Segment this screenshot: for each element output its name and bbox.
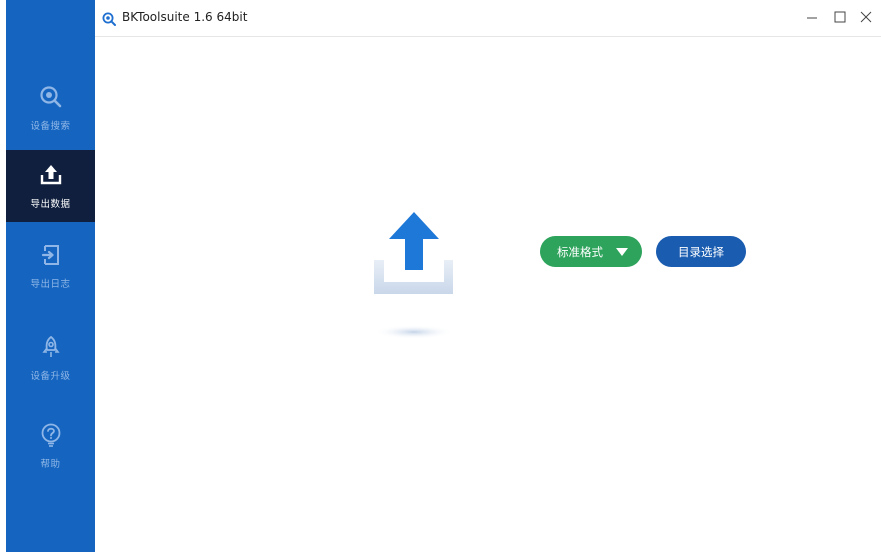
dropdown-arrow-icon <box>616 248 628 256</box>
sidebar-item-device-search[interactable]: 设备搜索 <box>6 72 95 144</box>
minimize-button[interactable] <box>803 8 821 26</box>
sidebar-item-export-log[interactable]: 导出日志 <box>6 230 95 302</box>
maximize-button[interactable] <box>831 8 849 26</box>
export-log-icon <box>38 242 64 268</box>
export-data-icon <box>38 162 64 188</box>
app-logo-icon <box>102 11 116 26</box>
close-icon <box>860 11 872 23</box>
sidebar-item-help[interactable]: 帮助 <box>6 410 95 482</box>
format-select-value: 标准格式 <box>557 244 603 259</box>
device-search-icon <box>38 84 64 110</box>
directory-select-button[interactable]: 目录选择 <box>656 236 746 267</box>
minimize-icon <box>807 17 817 19</box>
sidebar-item-device-upgrade[interactable]: 设备升级 <box>6 322 95 394</box>
help-icon <box>38 422 64 448</box>
sidebar-item-label: 设备升级 <box>30 371 71 382</box>
sidebar: 设备搜索 导出数据 导出日志 设备升级 帮助 <box>6 0 95 552</box>
sidebar-item-label: 导出日志 <box>30 279 71 290</box>
upload-illustration <box>369 208 459 348</box>
format-select[interactable]: 标准格式 <box>540 236 642 267</box>
sidebar-item-export-data[interactable]: 导出数据 <box>6 150 95 222</box>
sidebar-item-label: 导出数据 <box>30 199 71 210</box>
window-title: BKToolsuite 1.6 64bit <box>122 10 248 24</box>
rocket-icon <box>38 334 64 360</box>
sidebar-item-label: 设备搜索 <box>30 121 71 132</box>
close-button[interactable] <box>857 8 875 26</box>
sidebar-item-label: 帮助 <box>40 459 61 470</box>
title-bar: BKToolsuite 1.6 64bit <box>95 0 881 37</box>
maximize-icon <box>834 11 846 23</box>
